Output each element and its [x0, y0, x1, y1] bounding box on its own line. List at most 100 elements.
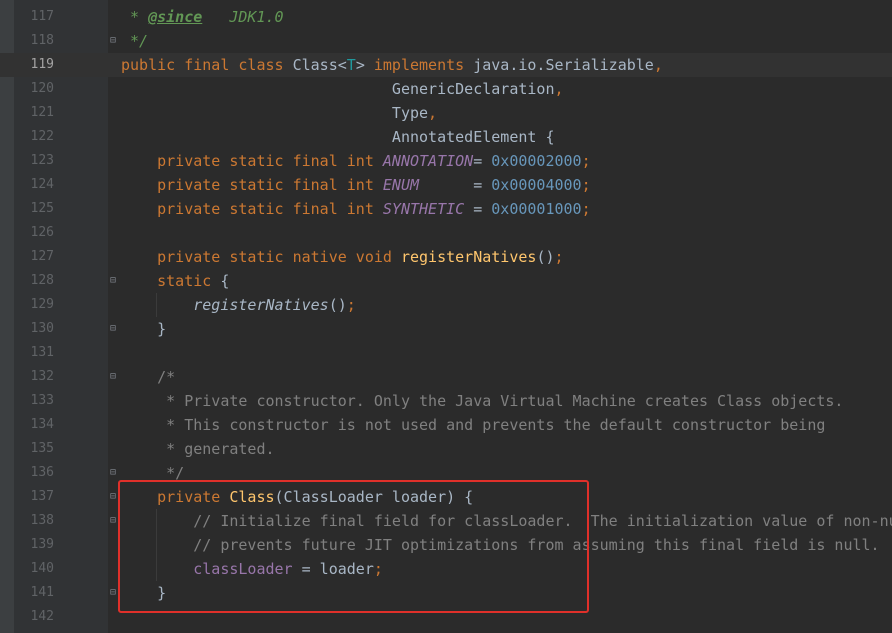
line-number: 118: [30, 33, 54, 48]
code-line[interactable]: 131: [0, 341, 892, 365]
fold-marker-icon[interactable]: ⊟: [108, 35, 118, 47]
line-number: 135: [30, 441, 54, 456]
line-number: 137: [30, 489, 54, 504]
code-token: implements: [373, 56, 474, 74]
code-line[interactable]: 127 private static native void registerN…: [0, 245, 892, 269]
code-text: Type,: [121, 101, 437, 125]
code-text: * @since JDK1.0: [121, 5, 284, 29]
code-token: <: [337, 56, 347, 74]
code-editor[interactable]: 117 * @since JDK1.0 118 ⊟ */ 119 public fina…: [0, 0, 892, 633]
code-line[interactable]: 129 registerNatives();: [0, 293, 892, 317]
code-token: ENUM: [382, 176, 420, 194]
code-text: private static final int SYNTHETIC = 0x0…: [121, 197, 591, 221]
code-token: registerNatives: [193, 296, 329, 314]
code-line[interactable]: 126: [0, 221, 892, 245]
code-token: (): [536, 248, 555, 266]
code-line[interactable]: 130 ⊟ }: [0, 317, 892, 341]
fold-marker-icon[interactable]: ⊟: [108, 323, 118, 335]
code-line[interactable]: 125 private static final int SYNTHETIC =…: [0, 197, 892, 221]
code-text: GenericDeclaration,: [121, 77, 564, 101]
code-token: AnnotatedElement {: [121, 128, 555, 146]
code-token: ;: [346, 296, 356, 314]
code-token: registerNatives: [400, 248, 537, 266]
fold-marker-icon[interactable]: ⊟: [108, 275, 118, 287]
fold-marker-icon[interactable]: ⊟: [108, 371, 118, 383]
code-token: Type: [121, 104, 429, 122]
code-token: * generated.: [121, 440, 275, 458]
line-number: 122: [30, 129, 54, 144]
code-line[interactable]: 132 ⊟ /*: [0, 365, 892, 389]
line-number: 117: [30, 9, 54, 24]
line-number: 132: [30, 369, 54, 384]
code-token: 0x00002000: [491, 152, 582, 170]
code-token: >: [355, 56, 374, 74]
code-line[interactable]: 128 ⊟ static {: [0, 269, 892, 293]
code-token: }: [121, 320, 167, 338]
code-text: private static final int ANNOTATION= 0x0…: [121, 149, 591, 173]
code-token: * This constructor is not used and preve…: [121, 416, 826, 434]
code-line[interactable]: 123 private static final int ANNOTATION=…: [0, 149, 892, 173]
code-line[interactable]: 135 * generated.: [0, 437, 892, 461]
code-text: public final class Class<T> implements j…: [121, 53, 663, 77]
code-token: ANNOTATION: [382, 152, 474, 170]
line-number: 129: [30, 297, 54, 312]
code-token: 0x00004000: [491, 176, 582, 194]
code-text: /*: [121, 365, 175, 389]
code-line[interactable]: 119 public final class Class<T> implement…: [0, 53, 892, 77]
line-number: 130: [30, 321, 54, 336]
code-text: */: [121, 29, 148, 53]
code-text: private static native void registerNativ…: [121, 245, 563, 269]
partial-comment-line: [120, 0, 720, 4]
code-token: =: [473, 152, 492, 170]
code-token: ;: [581, 152, 591, 170]
code-line[interactable]: 124 private static final int ENUM = 0x00…: [0, 173, 892, 197]
code-token: *: [121, 8, 149, 26]
code-token: ;: [581, 176, 591, 194]
line-number: 127: [30, 249, 54, 264]
code-line[interactable]: 117 * @since JDK1.0: [0, 5, 892, 29]
fold-marker-icon[interactable]: ⊟: [108, 467, 118, 479]
code-line[interactable]: 122 AnnotatedElement {: [0, 125, 892, 149]
code-text: * generated.: [121, 437, 275, 461]
code-token: ,: [428, 104, 438, 122]
line-number: 126: [30, 225, 54, 240]
fold-marker-icon[interactable]: ⊟: [108, 587, 118, 599]
code-token: T: [346, 56, 356, 74]
code-token: =: [419, 176, 492, 194]
code-line[interactable]: 134 * This constructor is not used and p…: [0, 413, 892, 437]
code-token: 0x00001000: [491, 200, 582, 218]
code-token: static: [121, 272, 221, 290]
line-number: 139: [30, 537, 54, 552]
code-line[interactable]: 120 GenericDeclaration,: [0, 77, 892, 101]
fold-marker-icon[interactable]: ⊟: [108, 491, 118, 503]
line-number: 123: [30, 153, 54, 168]
line-number: 138: [30, 513, 54, 528]
line-number: 125: [30, 201, 54, 216]
code-text: * This constructor is not used and preve…: [121, 413, 825, 437]
code-line[interactable]: 133 * Private constructor. Only the Java…: [0, 389, 892, 413]
line-number: 131: [30, 345, 54, 360]
code-text: * Private constructor. Only the Java Vir…: [121, 389, 843, 413]
line-number: 142: [30, 609, 54, 624]
code-token: JDK1.0: [202, 8, 284, 26]
line-number: 120: [30, 81, 54, 96]
code-token: =: [464, 200, 492, 218]
code-text: static {: [121, 269, 229, 293]
line-number: 124: [30, 177, 54, 192]
code-line[interactable]: 121 Type,: [0, 101, 892, 125]
code-token: public final class: [121, 56, 293, 74]
code-token: private static final int: [121, 176, 383, 194]
code-token: private static native void: [121, 248, 401, 266]
code-token: SYNTHETIC: [382, 200, 465, 218]
code-token: private static final int: [121, 152, 383, 170]
code-token: * Private constructor. Only the Java Vir…: [121, 392, 844, 410]
code-line[interactable]: 118 ⊟ */: [0, 29, 892, 53]
code-token: private static final int: [121, 200, 383, 218]
code-token: (): [328, 296, 347, 314]
indent-guide: [156, 293, 157, 317]
fold-marker-icon[interactable]: ⊟: [108, 515, 118, 527]
line-number: 134: [30, 417, 54, 432]
code-token: ,: [554, 80, 564, 98]
code-token: ,: [653, 56, 663, 74]
